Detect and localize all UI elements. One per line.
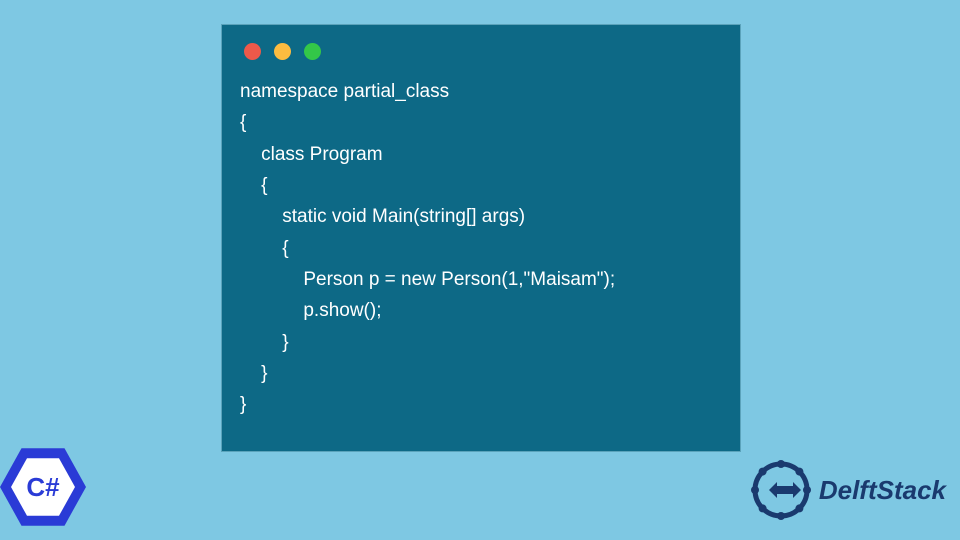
window-controls	[222, 25, 740, 68]
csharp-label: C#	[11, 455, 75, 519]
delftstack-gear-icon	[749, 458, 813, 522]
minimize-icon	[274, 43, 291, 60]
close-icon	[244, 43, 261, 60]
delftstack-logo: DelftStack	[749, 458, 946, 522]
code-window: namespace partial_class { class Program …	[221, 24, 741, 452]
maximize-icon	[304, 43, 321, 60]
csharp-logo: C#	[0, 444, 86, 530]
delftstack-label: DelftStack	[819, 475, 946, 506]
code-content: namespace partial_class { class Program …	[222, 68, 740, 429]
